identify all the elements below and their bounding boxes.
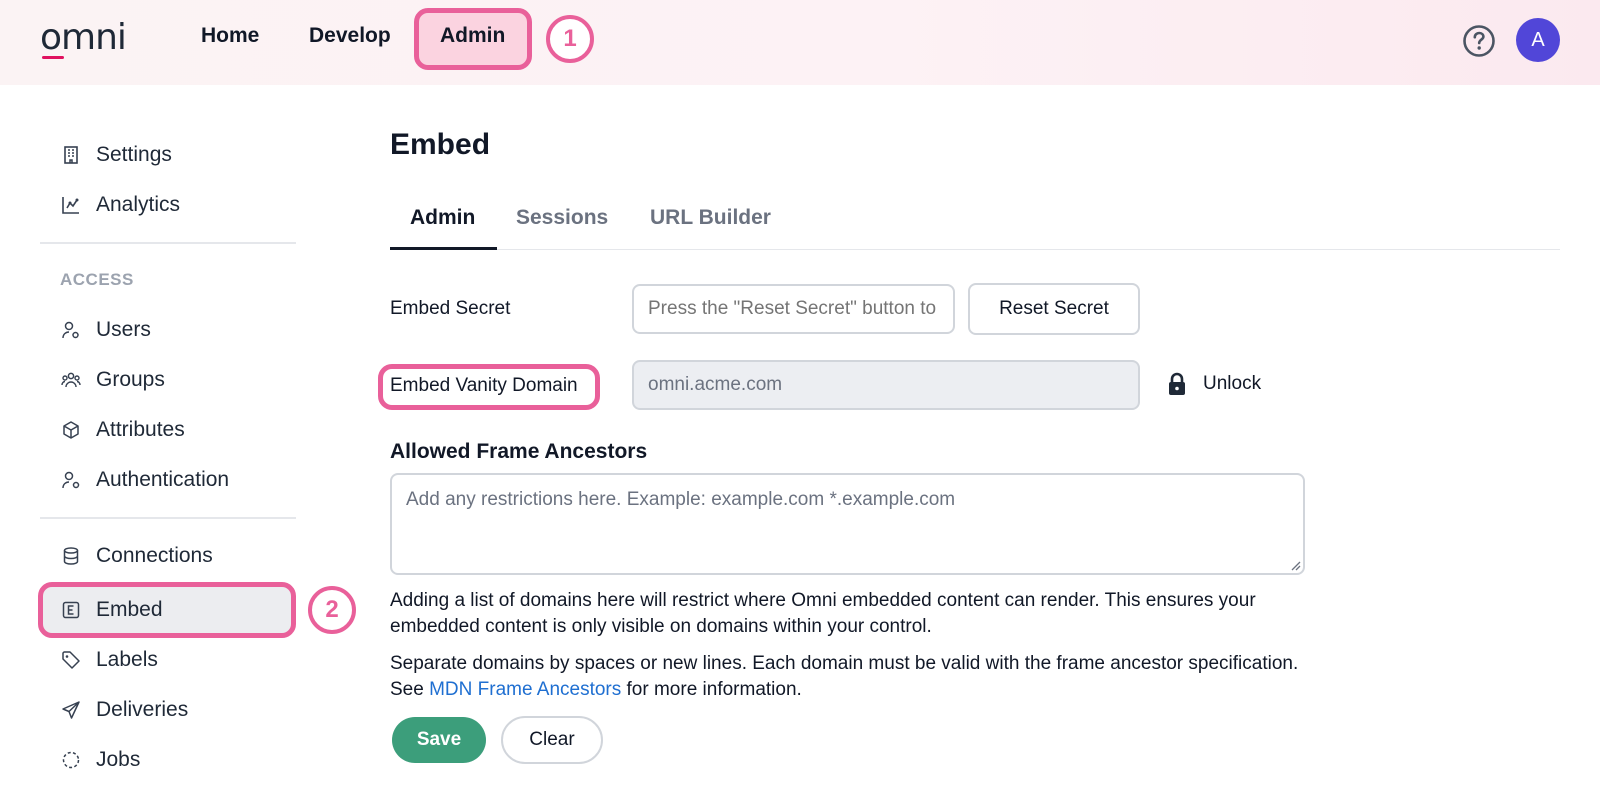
sidebar-item-label: Attributes: [96, 418, 185, 441]
dashed-circle-icon: [60, 749, 82, 771]
building-icon: [60, 144, 82, 166]
logo-text: omni: [40, 17, 127, 58]
mdn-frame-ancestors-link[interactable]: MDN Frame Ancestors: [429, 679, 621, 700]
callout-badge-1: 1: [546, 15, 594, 63]
lock-icon: [1169, 372, 1185, 395]
tab-sessions[interactable]: Sessions: [516, 206, 608, 230]
tab-active-indicator: [390, 247, 497, 250]
user-gear-icon: [60, 319, 82, 341]
sidebar-item-embed[interactable]: Embed: [60, 590, 163, 630]
help-2-text-end: for more information.: [621, 679, 802, 700]
sidebar-item-label: Settings: [96, 143, 172, 166]
logo-underline: [42, 56, 64, 59]
callout-badge-2: 2: [308, 586, 356, 634]
textarea-placeholder: Add any restrictions here. Example: exam…: [406, 489, 956, 510]
sidebar-item-label: Connections: [96, 544, 213, 567]
unlock-button[interactable]: Unlock: [1166, 372, 1261, 396]
help-icon[interactable]: [1462, 24, 1496, 58]
unlock-label: Unlock: [1203, 373, 1262, 394]
resize-handle-icon[interactable]: [1289, 559, 1301, 571]
nav-admin[interactable]: Admin: [440, 24, 505, 48]
sidebar-item-label: Analytics: [96, 193, 181, 216]
user-key-icon: [60, 469, 82, 491]
sidebar-item-label: Jobs: [96, 748, 141, 771]
sidebar-item-deliveries[interactable]: Deliveries: [60, 690, 188, 730]
vanity-domain-input[interactable]: [632, 360, 1140, 410]
frame-ancestors-help-1: Adding a list of domains here will restr…: [390, 590, 1256, 637]
sidebar-item-label: Embed: [96, 598, 163, 621]
chart-icon: [60, 194, 82, 216]
tag-icon: [60, 649, 82, 671]
top-bar: omni Home Develop Admin 1 A: [0, 0, 1600, 85]
sidebar-divider: [40, 242, 296, 244]
sidebar-item-settings[interactable]: Settings: [60, 135, 172, 175]
frame-ancestors-title: Allowed Frame Ancestors: [390, 440, 648, 463]
sidebar-section-access: ACCESS: [60, 270, 134, 289]
sidebar-item-attributes[interactable]: Attributes: [60, 410, 185, 450]
tab-url-builder[interactable]: URL Builder: [650, 206, 771, 230]
reset-secret-button[interactable]: Reset Secret: [968, 283, 1140, 335]
clear-button[interactable]: Clear: [501, 716, 603, 764]
send-icon: [60, 699, 82, 721]
sidebar-item-label: Authentication: [96, 468, 230, 491]
cube-icon: [60, 419, 82, 441]
sidebar-item-label: Users: [96, 318, 151, 341]
frame-ancestors-help-2: Separate domains by spaces or new lines.…: [390, 651, 1320, 703]
sidebar-item-labels[interactable]: Labels: [60, 640, 158, 680]
page-title: Embed: [390, 128, 491, 161]
sidebar-divider: [40, 517, 296, 519]
sidebar-item-authentication[interactable]: Authentication: [60, 460, 229, 500]
embed-secret-input[interactable]: [632, 284, 955, 334]
nav-develop[interactable]: Develop: [309, 24, 391, 48]
user-avatar[interactable]: A: [1516, 18, 1560, 62]
tab-admin[interactable]: Admin: [410, 206, 475, 230]
database-icon: [60, 545, 82, 567]
tabs-divider: [390, 249, 1560, 250]
nav-home[interactable]: Home: [201, 24, 259, 48]
group-icon: [60, 369, 82, 391]
sidebar-item-groups[interactable]: Groups: [60, 360, 165, 400]
frame-ancestors-textarea[interactable]: Add any restrictions here. Example: exam…: [390, 473, 1305, 575]
sidebar-item-label: Deliveries: [96, 698, 189, 721]
save-button[interactable]: Save: [392, 717, 486, 763]
omni-logo[interactable]: omni: [40, 18, 140, 62]
sidebar-item-users[interactable]: Users: [60, 310, 151, 350]
sidebar-item-label: Labels: [96, 648, 158, 671]
sidebar-item-connections[interactable]: Connections: [60, 536, 213, 576]
sidebar-item-analytics[interactable]: Analytics: [60, 185, 180, 225]
sidebar-item-jobs[interactable]: Jobs: [60, 740, 140, 780]
embed-icon: [60, 599, 82, 621]
sidebar-item-label: Groups: [96, 368, 165, 391]
embed-vanity-domain-label: Embed Vanity Domain: [390, 375, 578, 396]
embed-secret-label: Embed Secret: [390, 298, 511, 319]
